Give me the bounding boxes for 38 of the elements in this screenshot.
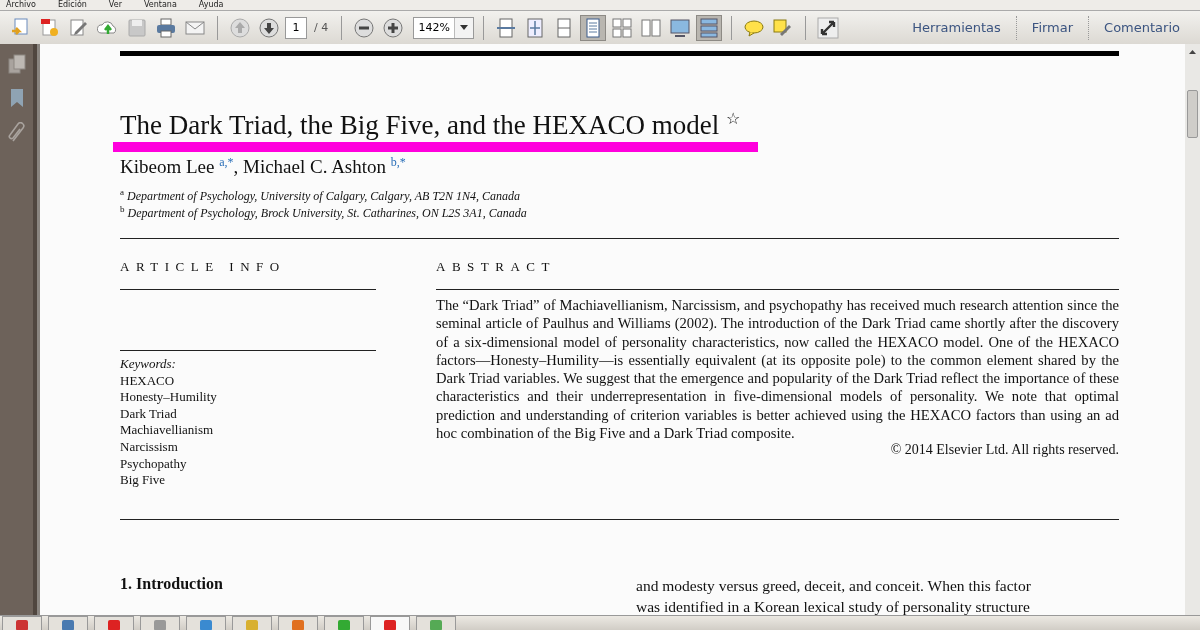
keywords-label: Keywords: [120,356,177,373]
affiliation: $^{a}$ Department of Psychology, University of Calgary, Calgary, AB T2N 1N4, Canada [120,188,522,205]
keyword: Big Five [120,472,167,489]
zoom-field[interactable]: 142% [413,16,475,39]
full-screen-icon[interactable] [815,14,842,41]
affiliation: $^{b}$ Department of Psychology, Brock University, St. Catharines, ON L2S 3A1, Canada [120,204,528,221]
scrolling-icon[interactable] [696,14,723,41]
body-text-line: was identified in a Korean lexical study of personality structure [636,596,1031,615]
keyword: Psychopathy [120,455,188,473]
keyword: Honesty–Humility [120,389,218,406]
section-heading: ARTICLE INFO [120,259,287,275]
article-title: The Dark Triad, the Big Five, and the HEXACO model $^{☆}$ [120,109,740,141]
section-heading: 1. Introduction [120,574,224,594]
menu-item[interactable]: Ver [108,0,122,10]
keyword: Machiavellianism [120,422,215,439]
menu-item[interactable]: Ventana [143,0,177,10]
keyword: Dark Triad [120,405,178,423]
panel-link[interactable]: Comentario [1092,20,1192,35]
panel-link[interactable]: Firmar [1019,20,1086,35]
scrollbar-thumb[interactable] [1187,90,1198,138]
menu-item[interactable]: Archivo [6,0,36,10]
keyword: HEXACO [120,372,176,390]
author-list: Kibeom Lee $^{a,*}$, Michael C. Ashton $^{b,*}$ [120,156,1119,178]
section-heading: ABSTRACT [436,259,557,275]
keyword: Narcissism [120,438,179,456]
single-page-icon[interactable] [580,14,607,41]
body-text-line: and modesty versus greed, deceit, and conceit. When this factor [636,575,1032,596]
paperclip-icon[interactable] [7,122,26,144]
page-count: / 4 [314,21,329,34]
menu-item[interactable]: Ayuda [198,0,224,10]
panel-link[interactable]: Herramientas [900,20,1013,35]
menu-item[interactable]: Edición [57,0,87,10]
bookmark-icon[interactable] [8,88,25,108]
page-number-field[interactable]: 1 [285,16,307,39]
copyright-notice: © 2014 Elsevier Ltd. All rights reserved. [889,442,1119,459]
pages-icon[interactable] [7,54,26,74]
abstract-text: The “Dark Triad” of Machiavellianism, Narcissism, and psychopathy has received much research attention since the seminal article of Paulhus and Williams (2002). The introduction of the Dark Triad came shortly after the discovery of a six-dimensional model of personality characteristics, now called the HEXACO model. One of the HEXACO factors—Honesty–Humility—is essentially equivalent (at its opposite pole) to the common element shared by the Dark Triad variables. We suggest that the emergence and popularity of the Dark Triad reflect the importance of these characteristics and their underrepresentation in five-dimensional models of personality. We note that optimal prediction and understanding of criterion variables is better achieved using the HEXACO factors than using an ad hoc combination of the Big Five and a Dark Triad composite. [436,296,1119,443]
dropdown-icon[interactable] [460,25,469,30]
